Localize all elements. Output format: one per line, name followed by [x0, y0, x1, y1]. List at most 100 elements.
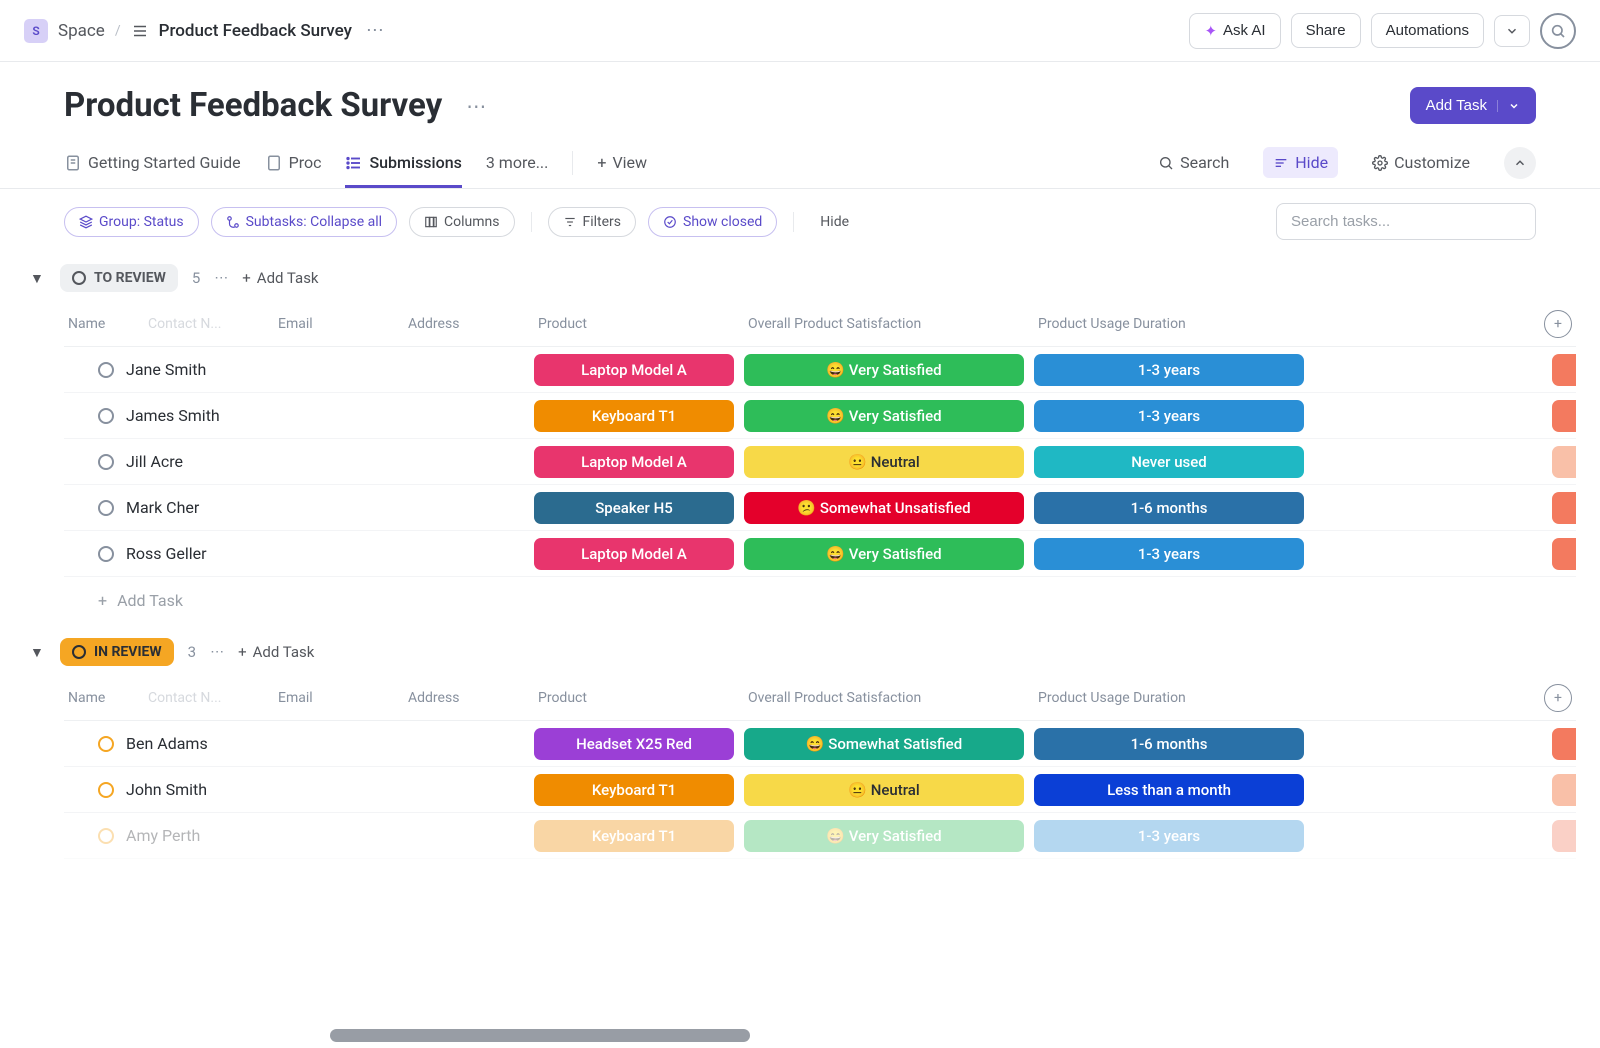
collapse-caret-icon[interactable]: ▼: [30, 270, 46, 287]
tab-getting-started[interactable]: Getting Started Guide: [64, 137, 241, 188]
satisfaction-badge[interactable]: 😐 Neutral: [744, 774, 1024, 806]
status-pill[interactable]: TO REVIEW: [60, 264, 178, 292]
product-badge[interactable]: Laptop Model A: [534, 354, 734, 386]
collapse-caret-icon[interactable]: ▼: [30, 644, 46, 661]
task-status-icon[interactable]: [98, 828, 114, 844]
show-closed-chip[interactable]: Show closed: [648, 207, 777, 237]
tab-submissions[interactable]: Submissions: [345, 137, 461, 188]
duration-badge[interactable]: 1-3 years: [1034, 400, 1304, 432]
hide-link[interactable]: Hide: [810, 208, 859, 236]
tab-more[interactable]: 3 more...: [486, 137, 549, 188]
task-status-icon[interactable]: [98, 736, 114, 752]
col-address[interactable]: Address: [404, 690, 534, 706]
duration-badge[interactable]: 1-6 months: [1034, 728, 1304, 760]
search-action[interactable]: Search: [1148, 147, 1239, 178]
col-email[interactable]: Email: [274, 690, 404, 706]
duration-badge[interactable]: 1-6 months: [1034, 492, 1304, 524]
col-product[interactable]: Product: [534, 690, 744, 706]
table-row[interactable]: Jane Smith Laptop Model A 😄 Very Satisfi…: [64, 347, 1576, 393]
page-more-icon[interactable]: ⋯: [466, 94, 486, 118]
overflow-badge[interactable]: [1552, 446, 1576, 478]
satisfaction-badge[interactable]: 😄 Very Satisfied: [744, 354, 1024, 386]
chevron-down-icon[interactable]: [1497, 100, 1520, 112]
col-email[interactable]: Email: [274, 316, 404, 332]
add-view-button[interactable]: + View: [597, 153, 647, 172]
group-add-task[interactable]: +Add Task: [238, 643, 314, 661]
task-name[interactable]: Ben Adams: [126, 734, 208, 753]
overflow-badge[interactable]: [1552, 820, 1576, 852]
search-tasks-input[interactable]: [1276, 203, 1536, 240]
product-badge[interactable]: Keyboard T1: [534, 400, 734, 432]
group-chip[interactable]: Group: Status: [64, 207, 199, 237]
more-dropdown[interactable]: [1494, 15, 1530, 47]
satisfaction-badge[interactable]: 😄 Very Satisfied: [744, 820, 1024, 852]
duration-badge[interactable]: 1-3 years: [1034, 820, 1304, 852]
col-satisfaction[interactable]: Overall Product Satisfaction: [744, 690, 1034, 706]
satisfaction-badge[interactable]: 😕 Somewhat Unsatisfied: [744, 492, 1024, 524]
overflow-badge[interactable]: [1552, 400, 1576, 432]
table-row[interactable]: Ben Adams Headset X25 Red 😄 Somewhat Sat…: [64, 721, 1576, 767]
group-more-icon[interactable]: ⋯: [214, 270, 228, 286]
hide-action[interactable]: Hide: [1263, 147, 1338, 178]
col-duration[interactable]: Product Usage Duration: [1034, 690, 1314, 706]
table-row[interactable]: Ross Geller Laptop Model A 😄 Very Satisf…: [64, 531, 1576, 577]
add-column-icon[interactable]: +: [1544, 310, 1572, 338]
overflow-badge[interactable]: [1552, 774, 1576, 806]
status-pill[interactable]: IN REVIEW: [60, 638, 174, 666]
col-address[interactable]: Address: [404, 316, 534, 332]
columns-chip[interactable]: Columns: [409, 207, 514, 237]
task-name[interactable]: John Smith: [126, 780, 207, 799]
breadcrumb-more-icon[interactable]: ⋯: [362, 20, 388, 41]
automations-button[interactable]: Automations: [1371, 13, 1484, 48]
duration-badge[interactable]: 1-3 years: [1034, 538, 1304, 570]
col-duration[interactable]: Product Usage Duration: [1034, 316, 1314, 332]
col-name[interactable]: Name: [64, 316, 144, 332]
breadcrumb-title[interactable]: Product Feedback Survey: [159, 21, 352, 41]
task-name[interactable]: Mark Cher: [126, 498, 199, 517]
table-row[interactable]: James Smith Keyboard T1 😄 Very Satisfied…: [64, 393, 1576, 439]
col-name[interactable]: Name: [64, 690, 144, 706]
table-row[interactable]: Jill Acre Laptop Model A 😐 Neutral Never…: [64, 439, 1576, 485]
task-name[interactable]: James Smith: [126, 406, 220, 425]
col-contact[interactable]: Contact N...: [144, 316, 274, 332]
task-name[interactable]: Jill Acre: [126, 452, 183, 471]
task-name[interactable]: Jane Smith: [126, 360, 206, 379]
row-add-task[interactable]: +Add Task: [64, 577, 1576, 610]
overflow-badge[interactable]: [1552, 538, 1576, 570]
horizontal-scrollbar[interactable]: [330, 1029, 750, 1042]
overflow-badge[interactable]: [1552, 354, 1576, 386]
table-row[interactable]: John Smith Keyboard T1 😐 Neutral Less th…: [64, 767, 1576, 813]
ask-ai-button[interactable]: ✦ Ask AI: [1189, 13, 1280, 49]
filters-chip[interactable]: Filters: [548, 207, 637, 237]
satisfaction-badge[interactable]: 😄 Very Satisfied: [744, 538, 1024, 570]
col-contact[interactable]: Contact N...: [144, 690, 274, 706]
product-badge[interactable]: Laptop Model A: [534, 446, 734, 478]
product-badge[interactable]: Keyboard T1: [534, 820, 734, 852]
satisfaction-badge[interactable]: 😐 Neutral: [744, 446, 1024, 478]
product-badge[interactable]: Speaker H5: [534, 492, 734, 524]
breadcrumb-space[interactable]: Space: [58, 21, 105, 41]
collapse-toolbar-icon[interactable]: [1504, 147, 1536, 179]
group-more-icon[interactable]: ⋯: [210, 644, 224, 660]
add-column-icon[interactable]: +: [1544, 684, 1572, 712]
task-status-icon[interactable]: [98, 546, 114, 562]
duration-badge[interactable]: 1-3 years: [1034, 354, 1304, 386]
group-add-task[interactable]: +Add Task: [242, 269, 318, 287]
col-product[interactable]: Product: [534, 316, 744, 332]
task-name[interactable]: Amy Perth: [126, 826, 200, 845]
duration-badge[interactable]: Never used: [1034, 446, 1304, 478]
table-row[interactable]: Mark Cher Speaker H5 😕 Somewhat Unsatisf…: [64, 485, 1576, 531]
task-status-icon[interactable]: [98, 782, 114, 798]
tab-proc[interactable]: Proc: [265, 137, 322, 188]
share-button[interactable]: Share: [1291, 13, 1361, 48]
product-badge[interactable]: Laptop Model A: [534, 538, 734, 570]
table-row[interactable]: Amy Perth Keyboard T1 😄 Very Satisfied 1…: [64, 813, 1576, 859]
product-badge[interactable]: Keyboard T1: [534, 774, 734, 806]
product-badge[interactable]: Headset X25 Red: [534, 728, 734, 760]
task-status-icon[interactable]: [98, 362, 114, 378]
global-search-icon[interactable]: [1540, 13, 1576, 49]
col-satisfaction[interactable]: Overall Product Satisfaction: [744, 316, 1034, 332]
space-icon[interactable]: S: [24, 19, 48, 43]
overflow-badge[interactable]: [1552, 492, 1576, 524]
task-status-icon[interactable]: [98, 408, 114, 424]
